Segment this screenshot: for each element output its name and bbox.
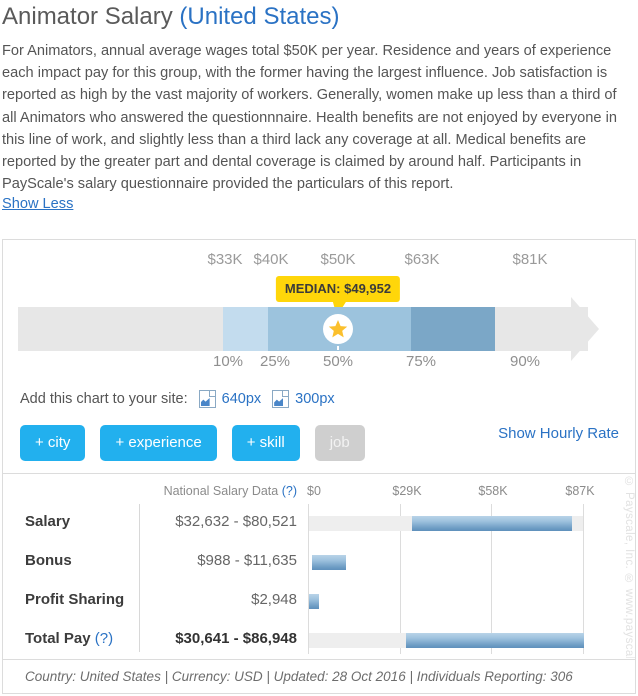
row-label-profit-sharing: Profit Sharing — [25, 591, 125, 608]
band-arrow-icon — [571, 297, 599, 361]
page-title: Animator Salary (United States) — [0, 0, 638, 32]
report-footer: Country: United States | Currency: USD |… — [2, 660, 636, 694]
band-segment-p75-p90 — [411, 307, 495, 351]
table-row: Total Pay (?) $30,641 - $86,948 — [3, 621, 637, 660]
job-button: job — [314, 425, 365, 461]
filter-button-row: + city + experience + skill job — [20, 425, 365, 461]
salary-tick-40k: $40K — [253, 251, 289, 268]
percentile-tick-axis: 10% 25% 50% 75% 90% — [3, 353, 637, 373]
row-bar-bonus — [312, 555, 346, 570]
row-bar-salary — [412, 516, 572, 531]
intro-paragraph: For Animators, annual average wages tota… — [2, 43, 617, 193]
row-label-bonus: Bonus — [25, 552, 72, 569]
footer-meta-text: Country: United States | Currency: USD |… — [25, 669, 573, 684]
embed-640px-link[interactable]: 640px — [222, 391, 262, 407]
row-label-salary: Salary — [25, 513, 71, 530]
page-title-region: (United States) — [179, 3, 340, 30]
row-label-total-pay-text: Total Pay — [25, 630, 95, 647]
national-salary-data-header: National Salary Data (?) — [141, 484, 297, 498]
embed-chart-row: Add this chart to your site: 640px 300px — [20, 390, 335, 408]
percentile-tick-50: 50% — [322, 353, 354, 370]
percentile-band — [18, 307, 588, 351]
embed-code-icon[interactable] — [198, 390, 216, 408]
salary-tick-63k: $63K — [404, 251, 440, 268]
table-row: Profit Sharing $2,948 — [3, 582, 637, 621]
add-city-button[interactable]: + city — [20, 425, 86, 461]
salary-data-panel: National Salary Data (?) $0 $29K $58K $8… — [2, 474, 636, 660]
money-tick-58k: $58K — [478, 484, 508, 498]
show-less-link[interactable]: Show Less — [2, 196, 73, 212]
row-value-salary: $32,632 - $80,521 — [175, 513, 297, 530]
percentile-tick-25: 25% — [259, 353, 291, 370]
embed-300px-link[interactable]: 300px — [295, 391, 335, 407]
add-experience-button[interactable]: + experience — [100, 425, 217, 461]
salary-tick-axis: $33K $40K $50K $63K $81K — [3, 251, 637, 271]
add-skill-button[interactable]: + skill — [231, 425, 300, 461]
percentile-tick-10: 10% — [212, 353, 244, 370]
row-value-bonus: $988 - $11,635 — [197, 552, 297, 569]
total-pay-help-icon[interactable]: (?) — [95, 630, 113, 647]
row-value-profit-sharing: $2,948 — [251, 591, 297, 608]
percentile-chart-panel: $33K $40K $50K $63K $81K MEDIAN: $49,952… — [2, 239, 636, 474]
row-bar-profit-sharing — [309, 594, 319, 609]
national-salary-data-help-icon[interactable]: (?) — [282, 484, 297, 498]
median-callout: MEDIAN: $49,952 — [275, 276, 401, 316]
table-row: Bonus $988 - $11,635 — [3, 543, 637, 582]
money-tick-87k: $87K — [565, 484, 595, 498]
row-bar-total-pay — [406, 633, 584, 648]
median-star-icon — [323, 314, 353, 344]
band-segment-p10-p25 — [223, 307, 268, 351]
payscale-watermark: © Payscale, Inc. ® www.payscale.com — [623, 476, 635, 658]
show-hourly-rate-link[interactable]: Show Hourly Rate — [498, 425, 619, 442]
percentile-tick-90: 90% — [509, 353, 541, 370]
salary-tick-81k: $81K — [512, 251, 548, 268]
row-value-total-pay: $30,641 - $86,948 — [175, 630, 297, 647]
embed-code-icon[interactable] — [272, 390, 290, 408]
row-label-total-pay: Total Pay (?) — [25, 630, 113, 647]
table-column-header-row: National Salary Data (?) $0 $29K $58K $8… — [3, 484, 637, 502]
salary-tick-33k: $33K — [207, 251, 243, 268]
money-tick-0: $0 — [307, 484, 321, 498]
percentile-tick-75: 75% — [405, 353, 437, 370]
national-salary-data-label: National Salary Data — [163, 484, 279, 498]
table-row: Salary $32,632 - $80,521 — [3, 504, 637, 543]
embed-label: Add this chart to your site: — [20, 391, 188, 407]
money-tick-29k: $29K — [392, 484, 422, 498]
page-title-role: Animator Salary — [2, 3, 173, 30]
salary-tick-50k: $50K — [320, 251, 356, 268]
salary-rows: Salary $32,632 - $80,521 Bonus $988 - $1… — [3, 504, 637, 660]
